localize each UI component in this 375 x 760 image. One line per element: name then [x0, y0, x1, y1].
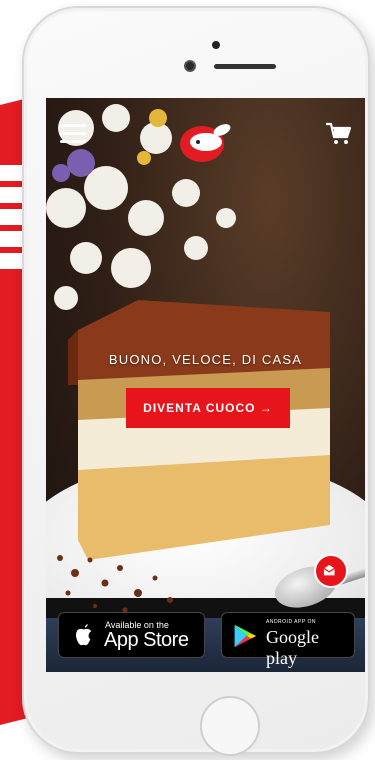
apple-icon	[76, 624, 92, 646]
app-store-badge[interactable]: Available on the App Store	[58, 612, 205, 658]
envelope-icon	[323, 564, 335, 576]
hamburger-menu-icon[interactable]	[60, 124, 86, 144]
promo-stage: BUONO, VELOCE, DI CASA DIVENTA CUOCO → A…	[0, 0, 375, 760]
tiramisu-cake-image	[68, 300, 330, 560]
google-play-small-text: ANDROID APP ON	[266, 619, 316, 625]
app-screen: BUONO, VELOCE, DI CASA DIVENTA CUOCO → A…	[46, 98, 365, 672]
front-camera-icon	[184, 60, 196, 72]
google-play-badge[interactable]: ANDROID APP ON Google play	[221, 612, 355, 668]
cocoa-crumbs-image	[57, 555, 173, 613]
hero-tagline: BUONO, VELOCE, DI CASA	[108, 352, 303, 367]
google-play-icon	[234, 624, 257, 648]
contact-button[interactable]	[314, 554, 348, 588]
bunny-logo-icon[interactable]	[176, 118, 236, 166]
shopping-cart-icon[interactable]	[324, 120, 352, 146]
google-play-label: Google play	[266, 627, 319, 668]
become-cook-button[interactable]: DIVENTA CUOCO →	[126, 388, 290, 428]
home-button[interactable]	[200, 696, 260, 756]
earpiece-speaker	[214, 64, 276, 69]
app-store-label: App Store	[104, 629, 189, 651]
proximity-sensor	[212, 41, 220, 49]
